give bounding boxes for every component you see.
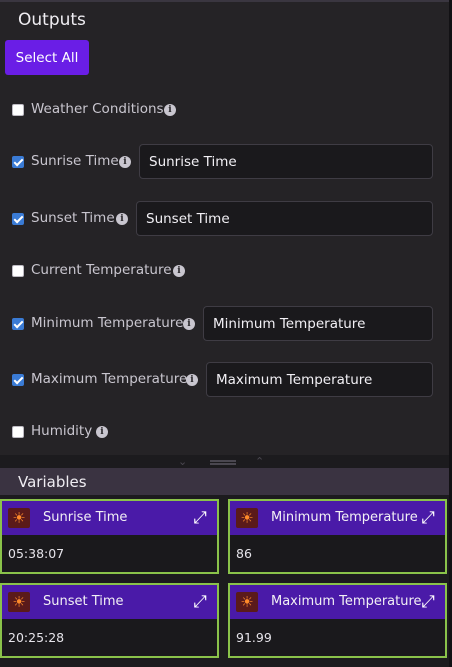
sunset-time-name-input[interactable] — [136, 201, 433, 236]
variable-card-minimum-temperature[interactable]: ☀ Minimum Temperature ⤢ 86 — [228, 499, 447, 574]
output-label: Weather Conditions — [31, 101, 164, 117]
variable-value: 86 — [236, 546, 252, 561]
outputs-panel: Outputs Select All Weather Conditions i … — [0, 0, 449, 455]
maximum-temperature-checkbox[interactable] — [12, 374, 24, 386]
output-label: Humidity — [31, 423, 93, 439]
output-row-weather-conditions: Weather Conditions i — [0, 92, 449, 128]
info-icon[interactable]: i — [186, 374, 198, 386]
output-row-current-temperature: Current Temperature i — [0, 253, 449, 289]
variable-name: Sunset Time — [43, 594, 124, 609]
sun-icon: ☀ — [236, 508, 258, 528]
minimum-temperature-checkbox[interactable] — [12, 318, 24, 330]
variables-grid: ☀ Sunrise Time ⤢ 05:38:07 ☀ Minimum Temp… — [0, 495, 449, 667]
chevron-down-icon[interactable]: ⌄ — [178, 455, 187, 468]
expand-icon[interactable]: ⤢ — [419, 593, 437, 611]
variable-card-header: ☀ Sunset Time ⤢ — [2, 585, 217, 619]
variable-value: 91.99 — [236, 630, 272, 645]
variable-name: Sunrise Time — [43, 510, 128, 525]
variables-title: Variables — [18, 473, 87, 491]
info-icon[interactable]: i — [116, 213, 128, 225]
variable-name: Minimum Temperature — [271, 510, 418, 525]
variable-card-sunset-time[interactable]: ☀ Sunset Time ⤢ 20:25:28 — [0, 583, 219, 658]
variable-name: Maximum Temperature — [271, 594, 422, 609]
output-row-maximum-temperature: Maximum Temperature i — [0, 362, 449, 398]
output-label: Sunrise Time — [31, 153, 119, 169]
sun-icon: ☀ — [8, 592, 30, 612]
sunrise-time-checkbox[interactable] — [12, 156, 24, 168]
humidity-checkbox[interactable] — [12, 426, 24, 438]
sun-icon: ☀ — [236, 592, 258, 612]
output-label: Minimum Temperature — [31, 315, 184, 331]
panel-splitter[interactable]: ⌄ ⌃ — [0, 455, 449, 468]
expand-icon[interactable]: ⤢ — [191, 509, 209, 527]
variable-value: 05:38:07 — [8, 546, 65, 561]
output-label: Maximum Temperature — [31, 371, 188, 387]
output-row-humidity: Humidity i — [0, 414, 449, 450]
info-icon[interactable]: i — [164, 104, 176, 116]
weather-conditions-checkbox[interactable] — [12, 104, 24, 116]
sun-icon: ☀ — [8, 508, 30, 528]
variable-card-sunrise-time[interactable]: ☀ Sunrise Time ⤢ 05:38:07 — [0, 499, 219, 574]
variable-card-maximum-temperature[interactable]: ☀ Maximum Temperature ⤢ 91.99 — [228, 583, 447, 658]
drag-handle-icon[interactable] — [210, 460, 236, 465]
info-icon[interactable]: i — [96, 426, 108, 438]
expand-icon[interactable]: ⤢ — [419, 509, 437, 527]
select-all-button[interactable]: Select All — [5, 40, 89, 75]
outputs-title: Outputs — [18, 10, 86, 30]
info-icon[interactable]: i — [183, 318, 195, 330]
output-label: Current Temperature — [31, 262, 172, 278]
info-icon[interactable]: i — [173, 265, 185, 277]
expand-icon[interactable]: ⤢ — [191, 593, 209, 611]
sunrise-time-name-input[interactable] — [139, 144, 433, 179]
output-row-sunrise-time: Sunrise Time i — [0, 144, 449, 180]
maximum-temperature-name-input[interactable] — [206, 362, 433, 397]
output-row-sunset-time: Sunset Time i — [0, 201, 449, 237]
sunset-time-checkbox[interactable] — [12, 213, 24, 225]
output-row-minimum-temperature: Minimum Temperature i — [0, 306, 449, 342]
variables-header: Variables — [0, 468, 449, 495]
output-label: Sunset Time — [31, 210, 115, 226]
minimum-temperature-name-input[interactable] — [203, 306, 433, 341]
chevron-up-icon[interactable]: ⌃ — [255, 455, 264, 468]
variable-card-header: ☀ Sunrise Time ⤢ — [2, 501, 217, 535]
variable-value: 20:25:28 — [8, 630, 65, 645]
variable-card-header: ☀ Minimum Temperature ⤢ — [230, 501, 445, 535]
variable-card-header: ☀ Maximum Temperature ⤢ — [230, 585, 445, 619]
info-icon[interactable]: i — [119, 156, 131, 168]
current-temperature-checkbox[interactable] — [12, 265, 24, 277]
